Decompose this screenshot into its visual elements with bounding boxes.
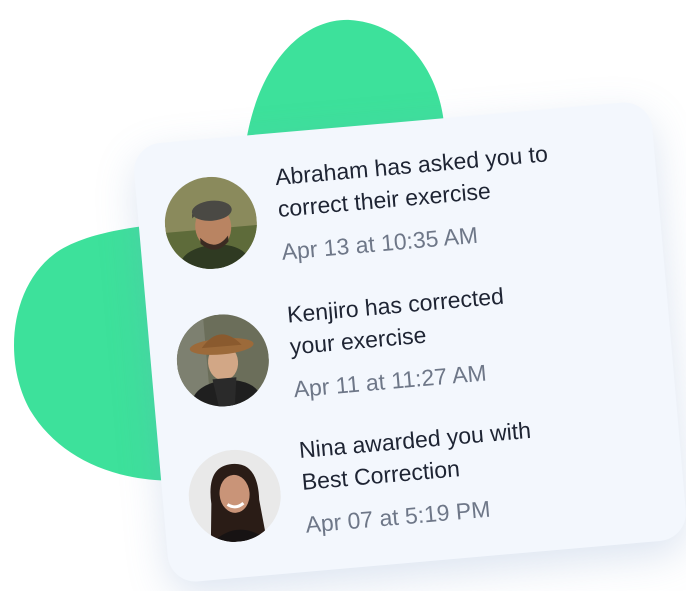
avatar	[184, 446, 285, 546]
notification-item[interactable]: Nina awarded you with Best Correction Ap…	[184, 403, 663, 564]
notifications-illustration: Abraham has asked you to correct their e…	[0, 0, 686, 591]
notification-message: Nina awarded you with Best Correction	[297, 416, 532, 495]
notification-card: Abraham has asked you to correct their e…	[131, 100, 686, 584]
notification-item[interactable]: Abraham has asked you to correct their e…	[160, 130, 639, 291]
avatar	[173, 310, 273, 411]
notification-item[interactable]: Kenjiro has corrected your exercise Apr …	[172, 268, 651, 429]
notification-message: Kenjiro has corrected your exercise	[286, 282, 505, 360]
avatar	[161, 173, 261, 273]
notification-message: Abraham has asked you to correct their e…	[273, 140, 549, 222]
